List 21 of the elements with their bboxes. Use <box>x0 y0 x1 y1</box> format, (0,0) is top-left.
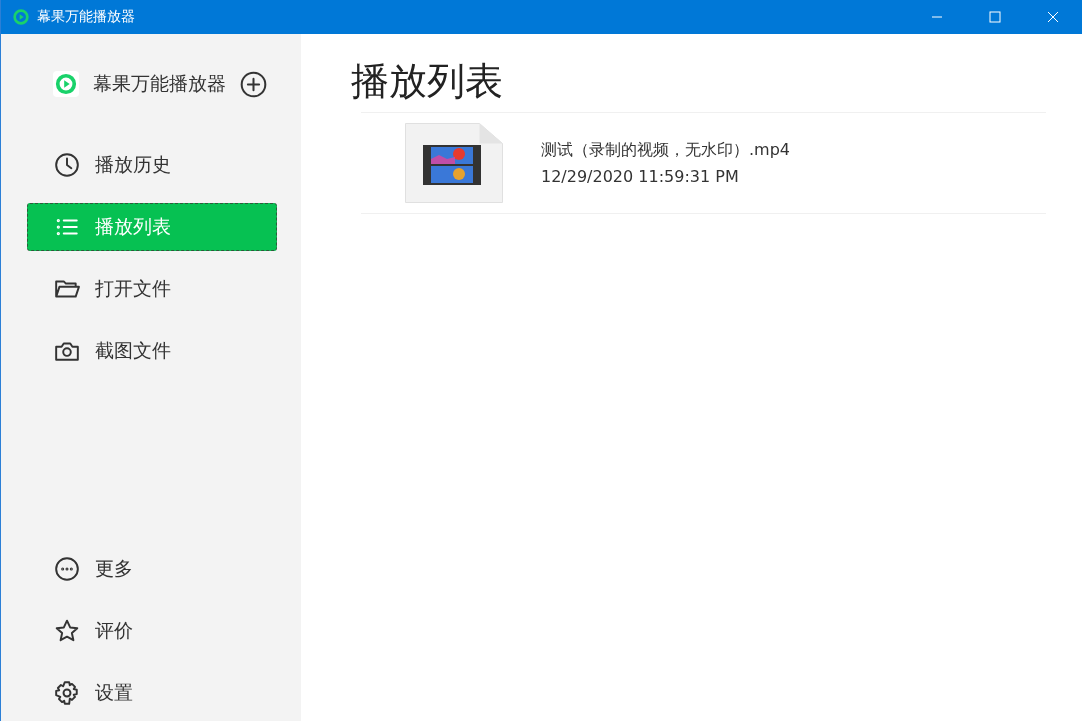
star-icon <box>54 618 80 644</box>
sidebar-item[interactable]: 设置 <box>27 669 277 717</box>
sidebar-item[interactable]: 更多 <box>27 545 277 593</box>
video-file-icon <box>405 123 503 203</box>
sidebar-item[interactable]: 截图文件 <box>27 327 277 375</box>
page-heading: 播放列表 <box>351 58 504 105</box>
app-logo-icon <box>53 71 79 97</box>
settings-icon <box>54 680 80 706</box>
file-name: 测试（录制的视频，无水印）.mp4 <box>541 140 790 161</box>
app-name: 幕果万能播放器 <box>93 71 226 96</box>
sidebar-item[interactable]: 打开文件 <box>27 265 277 313</box>
file-date: 12/29/2020 11:59:31 PM <box>541 167 740 186</box>
sidebar-item[interactable]: 播放历史 <box>27 141 277 189</box>
more-icon <box>54 556 80 582</box>
maximize-icon <box>989 11 1001 23</box>
close-icon <box>1047 11 1059 23</box>
sidebar-item[interactable]: 评价 <box>27 607 277 655</box>
play-logo-icon <box>13 9 29 25</box>
add-icon <box>240 70 267 98</box>
clock-icon <box>54 152 80 178</box>
window-title: 幕果万能播放器 <box>37 8 135 26</box>
